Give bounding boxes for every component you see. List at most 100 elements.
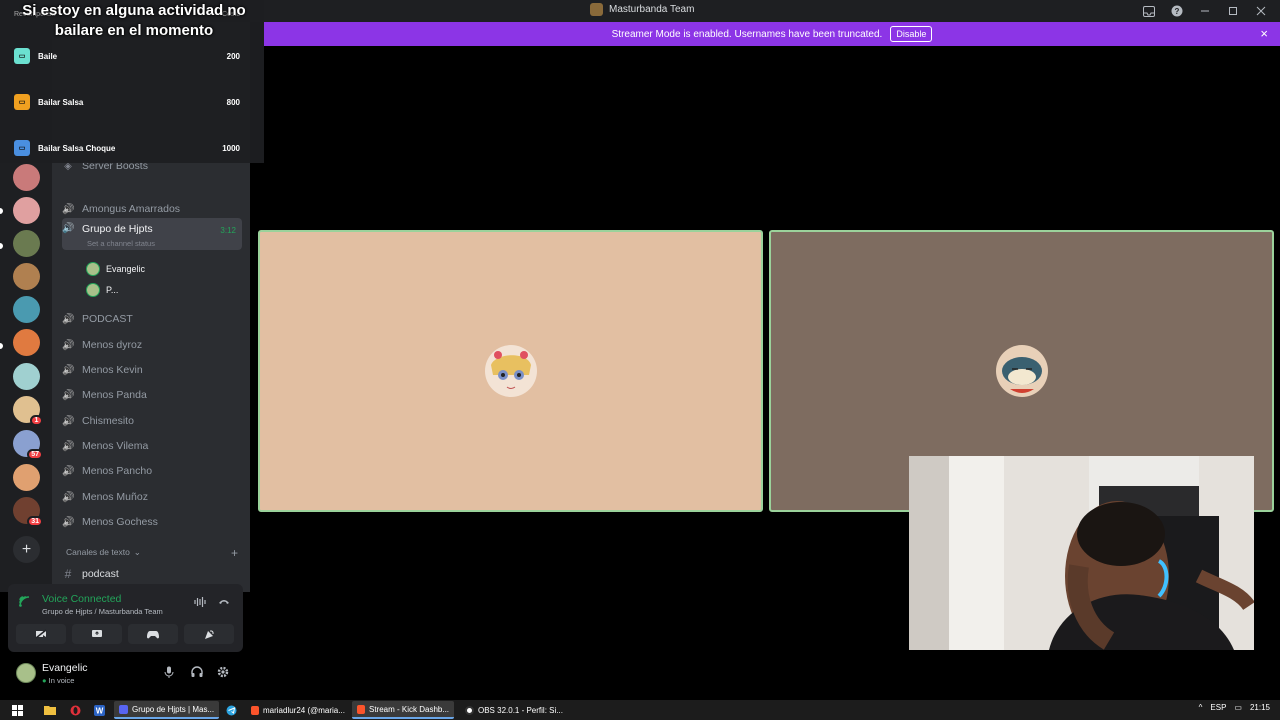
camera-off-button[interactable]: [16, 624, 66, 644]
server-icon[interactable]: [13, 197, 40, 224]
video-tile-evangelic[interactable]: [258, 230, 763, 512]
network-icon[interactable]: ▭: [1234, 703, 1242, 712]
task-obs[interactable]: OBS 32.0.1 - Perfil: Si...: [460, 701, 568, 719]
voice-channel[interactable]: 🔊 Menos Kevin: [62, 359, 242, 381]
clock[interactable]: 21:15: [1250, 703, 1270, 712]
telegram-icon[interactable]: [224, 703, 238, 717]
category-text-channels[interactable]: Canales de texto ⌄ +: [66, 546, 238, 560]
voice-channel-label: Menos Kevin: [82, 364, 143, 376]
maximize-icon[interactable]: [1226, 4, 1240, 18]
reward-label: Bailar Salsa: [38, 97, 84, 107]
avatar: [86, 262, 100, 276]
word-icon[interactable]: W: [92, 703, 106, 717]
windows-taskbar: W Grupo de Hjpts | Mas... mariadlur24 (@…: [0, 700, 1280, 720]
speaker-icon: 🔊: [62, 440, 75, 452]
speaker-icon: 🔊: [62, 465, 75, 477]
headphones-icon[interactable]: [191, 666, 203, 681]
speaker-icon: 🔊: [62, 389, 75, 401]
language-indicator[interactable]: ESP: [1210, 703, 1226, 712]
screen-share-button[interactable]: [72, 624, 122, 644]
member-name: Evangelic: [106, 264, 146, 274]
speaker-icon: 🔊: [62, 491, 75, 503]
banner-text: Streamer Mode is enabled. Usernames have…: [611, 28, 883, 40]
server-icon[interactable]: [13, 263, 40, 290]
unread-pill: [0, 243, 3, 249]
disconnect-icon[interactable]: [218, 597, 230, 610]
server-icon[interactable]: [13, 230, 40, 257]
server-icon[interactable]: 31: [13, 497, 43, 527]
gamepad-icon: [147, 630, 159, 638]
avatar[interactable]: [16, 663, 36, 683]
tray-chevron-icon[interactable]: ^: [1199, 703, 1203, 712]
voice-channel[interactable]: 🔊 Menos dyroz: [62, 334, 242, 356]
server-icon[interactable]: 57: [13, 430, 43, 460]
avatar: [86, 283, 100, 297]
close-icon[interactable]: [1254, 4, 1268, 18]
voice-connected-title[interactable]: Voice Connected: [42, 593, 121, 605]
task-discord[interactable]: Grupo de Hjpts | Mas...: [114, 701, 220, 719]
voice-channel[interactable]: 🔊 Grupo de Hjpts 3:12 Set a channel status: [62, 218, 242, 250]
user-panel: Evangelic ● In voice: [8, 654, 243, 692]
svg-text:W: W: [95, 706, 103, 715]
voice-member[interactable]: P...: [86, 281, 118, 299]
speaker-icon: 🔊: [62, 339, 75, 351]
voice-channel[interactable]: 🔊 Chismesito: [62, 410, 242, 432]
user-status-text: In voice: [48, 676, 75, 685]
voice-channel-label: Amongus Amarrados: [82, 203, 181, 215]
user-name[interactable]: Evangelic: [42, 662, 88, 674]
discord-window: Masturbanda Team ? Streamer Mode is enab…: [0, 0, 1280, 720]
task-browser-profile[interactable]: mariadlur24 (@maria...: [246, 701, 350, 719]
voice-channel[interactable]: 🔊 Amongus Amarrados: [62, 198, 242, 220]
reward-cost: 200: [226, 51, 240, 61]
server-icon[interactable]: 1: [13, 396, 43, 426]
microphone-icon[interactable]: [164, 666, 174, 681]
file-explorer-icon[interactable]: [43, 703, 57, 717]
opera-icon[interactable]: [68, 703, 82, 717]
task-kick-dashboard[interactable]: Stream - Kick Dashb...: [352, 701, 455, 719]
voice-channel-label: Menos Muñoz: [82, 491, 148, 503]
server-icon[interactable]: [13, 164, 40, 191]
speaker-icon: 🔊: [62, 364, 75, 376]
server-icon[interactable]: [13, 329, 40, 356]
start-icon[interactable]: [10, 703, 24, 717]
voice-channel[interactable]: 🔊 Menos Muñoz: [62, 486, 242, 508]
camera-off-icon: [35, 629, 47, 639]
text-channel-podcast[interactable]: # podcast: [62, 563, 242, 585]
add-server-icon[interactable]: +: [13, 536, 40, 563]
category-label: Canales de texto: [66, 547, 130, 557]
svg-text:?: ?: [1175, 7, 1180, 16]
server-logo-icon: [590, 3, 603, 16]
hash-icon: #: [64, 567, 72, 581]
user-status: ● In voice: [42, 676, 74, 685]
unread-badge: 31: [27, 516, 43, 527]
server-icon[interactable]: [13, 296, 40, 323]
inbox-icon[interactable]: [1142, 4, 1156, 18]
channel-status[interactable]: Set a channel status: [87, 239, 155, 248]
voice-channel-label: Menos Pancho: [82, 465, 153, 477]
brave-icon: [357, 704, 365, 714]
voice-channel[interactable]: 🔊 Menos Pancho: [62, 460, 242, 482]
noise-suppression-icon[interactable]: [194, 597, 206, 610]
webcam-image: [909, 456, 1254, 650]
unread-pill: [0, 208, 3, 214]
voice-channel[interactable]: 🔊 Menos Panda: [62, 384, 242, 406]
minimize-icon[interactable]: [1198, 4, 1212, 18]
voice-connected-subtitle[interactable]: Grupo de Hjpts / Masturbanda Team: [42, 607, 163, 616]
voice-channel[interactable]: 🔊 Menos Vilema: [62, 435, 242, 457]
task-label: Grupo de Hjpts | Mas...: [132, 704, 215, 714]
gear-icon[interactable]: [217, 666, 229, 681]
voice-channel[interactable]: 🔊 Menos Gochess: [62, 511, 242, 533]
add-channel-icon[interactable]: +: [231, 546, 238, 560]
help-icon[interactable]: ?: [1170, 4, 1184, 18]
webcam-feed: [909, 456, 1254, 650]
banner-close-icon[interactable]: ×: [1260, 26, 1268, 41]
soundboard-button[interactable]: [184, 624, 234, 644]
voice-channel-label: Chismesito: [82, 415, 134, 427]
overlay-title: Si estoy en alguna actividad no bailare …: [22, 2, 246, 39]
voice-channel[interactable]: 🔊 PODCAST: [62, 308, 242, 330]
disable-button[interactable]: Disable: [890, 26, 933, 42]
server-icon[interactable]: [13, 363, 40, 390]
activity-button[interactable]: [128, 624, 178, 644]
server-icon[interactable]: [13, 464, 40, 491]
voice-member[interactable]: Evangelic: [86, 260, 145, 278]
